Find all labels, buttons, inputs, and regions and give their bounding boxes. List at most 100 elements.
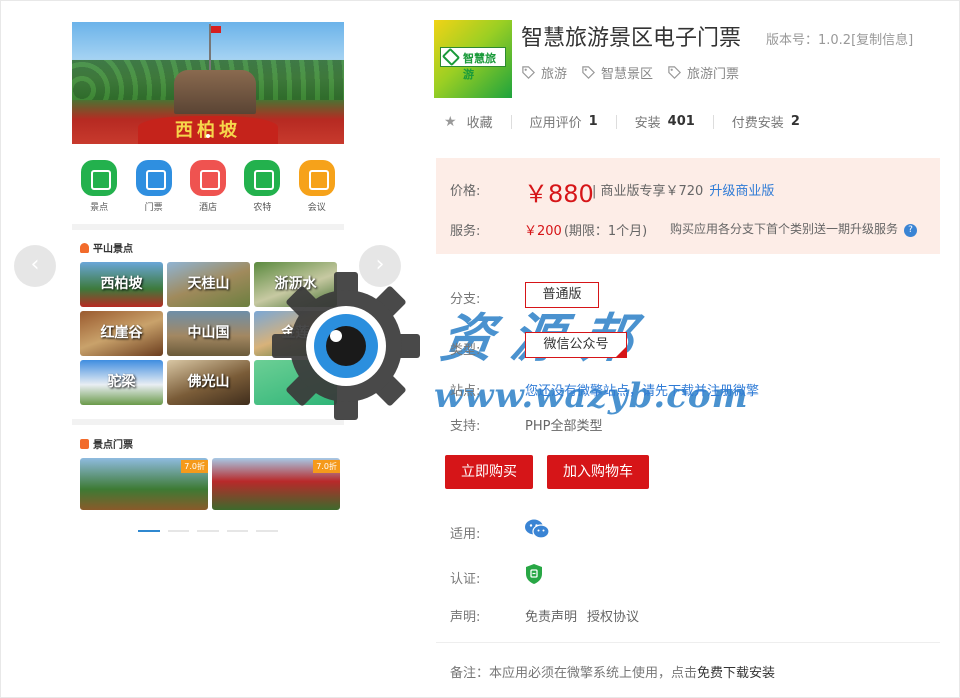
app-logo-plate: 智慧旅游 [440,47,506,81]
install-value: 401 [667,114,695,129]
stats-divider [510,114,512,129]
tag-item[interactable]: 智慧景区 [581,63,653,82]
preview-separator [72,224,344,230]
site-label: 站点: [450,384,481,399]
preview-section-title: 景点门票 [80,436,133,451]
business-price-text: | 商业版专享￥720 [592,184,704,199]
license-agreement-link[interactable]: 授权协议 [587,610,639,625]
add-to-cart-button[interactable]: 加入购物车 [547,455,649,489]
scenic-tile: 佛光山 [167,360,250,405]
pager-dot[interactable] [226,530,249,532]
watermark-gear-icon [272,272,420,420]
preview-icon-row: 景点 门票 酒店 农特 会议 [72,160,344,218]
tag-item[interactable]: 旅游门票 [667,63,739,82]
preview-icon-label: 酒店 [198,203,217,213]
preview-icon-farm: 农特 [237,160,287,218]
logo-mark-icon [441,47,461,67]
remark-note: 备注：本应用必须在微擎系统上使用，点击免费下载安装 [450,662,775,681]
paid-install-label: 付费安装 [731,116,784,131]
preview-icon-scenic: 景点 [74,160,124,218]
tag-item[interactable]: 旅游 [521,63,567,82]
service-price-value: ￥200 [524,224,562,239]
price-value: ￥880 [524,180,594,208]
scenic-tile: 西柏坡 [80,262,163,307]
preview-icon-ticket: 门票 [129,160,179,218]
certification-label: 认证: [450,572,481,587]
install-stat: 安装 401 [635,112,695,131]
buy-now-button[interactable]: 立即购买 [445,455,533,489]
tag-label: 智慧景区 [601,67,654,82]
temple-icon [81,160,118,196]
price-label: 价格: [450,184,481,199]
paid-install-value: 2 [790,114,800,129]
section-title-text: 景点门票 [93,440,133,451]
declaration-links: 免责声明 授权协议 [525,606,649,625]
branch-label: 分支: [450,292,481,307]
section-title-text: 平山景点 [93,244,133,255]
ticket-book-icon [80,439,89,449]
discount-badge: 7.0折 [313,460,340,473]
install-label: 安装 [634,116,661,131]
upgrade-business-link[interactable]: 升级商业版 [709,184,774,199]
declaration-label: 声明: [450,610,481,625]
pager-dot[interactable] [256,530,278,532]
preview-icon-label: 会议 [307,203,326,213]
flag-icon [209,24,221,74]
ticket-card: 7.0折 [80,458,208,510]
ticket-icon [135,160,172,196]
pager-dot[interactable] [138,530,160,532]
service-period: (期限：1个月) [563,224,648,239]
stats-divider [615,114,617,129]
flame-icon [80,243,89,253]
help-icon[interactable]: ? [904,224,918,237]
site-link[interactable]: 您还没有微擎站点，请先下载并注册微擎 [525,380,759,399]
preview-icon-hotel: 酒店 [183,160,233,218]
app-preview: 西柏坡 景点 门票 酒店 农特 会议 平山景点 西柏坡 天桂山 浙沥水 红崖谷 … [72,22,344,510]
business-price: | 商业版专享￥720 升级商业版 [592,180,774,199]
tag-label: 旅游门票 [687,67,740,82]
service-note-text: 购买应用各分支下首个类别送一期升级服务 [670,222,899,236]
remark-text: 备注：本应用必须在微擎系统上使用，点击 [450,666,698,681]
tag-icon [668,66,682,79]
preview-pager[interactable] [138,530,278,533]
bag-icon [244,160,281,196]
applies-label: 适用: [450,527,481,542]
preview-icon-label: 农特 [253,203,272,213]
wechat-icon [525,519,550,539]
branch-option[interactable]: 普通版 [525,282,599,308]
rating-stat[interactable]: 应用评价 1 [530,112,598,131]
type-option[interactable]: 微信公众号 [525,332,627,358]
version-info[interactable]: 版本号：1.0.2[复制信息] [766,29,913,48]
app-logo-text: 智慧旅游 [463,52,496,81]
prev-arrow-icon[interactable]: ‹ [14,245,56,287]
disclaimer-link[interactable]: 免责声明 [525,610,577,625]
favorite-button[interactable]: ★ 收藏 [444,112,493,132]
tag-icon [582,66,596,79]
tag-label: 旅游 [541,67,568,82]
ticket-card: 7.0折 [212,458,340,510]
tag-icon [522,66,535,79]
tag-list: 旅游 智慧景区 旅游门票 [521,63,739,82]
ticket-list: 7.0折 7.0折 [80,458,340,510]
certified-shield-icon [526,564,542,584]
preview-icon-label: 景点 [90,203,109,213]
preview-banner: 西柏坡 [72,22,344,144]
service-note: 购买应用各分支下首个类别送一期升级服务? [670,220,918,237]
scenic-tile: 天桂山 [167,262,250,307]
banner-dots [72,127,344,142]
type-label: 类型: [450,343,481,358]
preview-icon-meeting: 会议 [292,160,342,218]
app-logo: 智慧旅游 [434,20,512,98]
stats-bar: ★ 收藏 应用评价 1 安装 401 付费安装 2 [444,112,800,132]
preview-section-title: 平山景点 [80,240,133,255]
divider [436,642,940,643]
pager-dot[interactable] [197,530,219,532]
star-icon: ★ [444,113,457,130]
price-box: 价格: ￥880 | 商业版专享￥720 升级商业版 服务: ￥200 (期限：1个… [436,158,940,254]
pager-dot[interactable] [167,530,190,532]
banner-statues [174,70,256,114]
support-label: 支持: [450,419,481,434]
scenic-tile: 红崖谷 [80,311,163,356]
free-download-link[interactable]: 免费下载安装 [697,666,775,681]
service-label: 服务: [450,224,481,239]
